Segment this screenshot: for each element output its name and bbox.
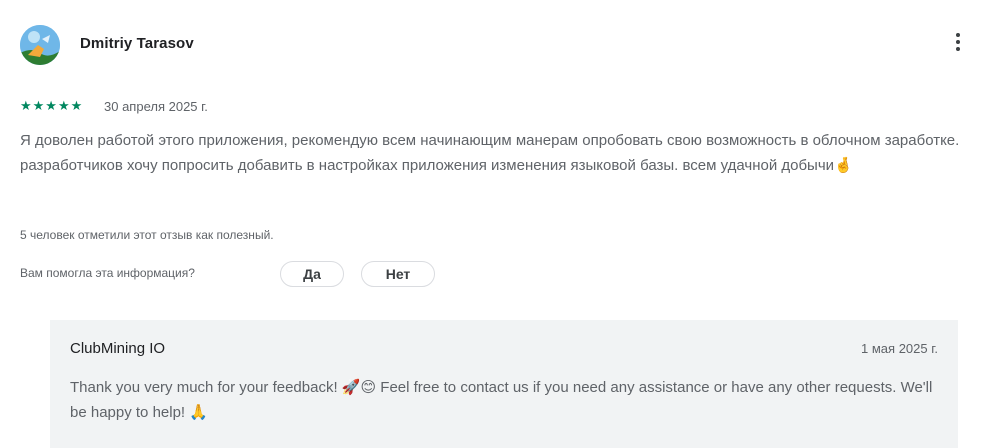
developer-reply: ClubMining IO 1 мая 2025 г. Thank you ve… xyxy=(50,320,958,448)
more-options-button[interactable] xyxy=(945,30,971,60)
review-card: Dmitriy Tarasov ★★★★★ 30 апреля 2025 г. … xyxy=(0,0,988,448)
helpful-no-button[interactable]: Нет xyxy=(361,261,435,287)
developer-name: ClubMining IO xyxy=(70,340,166,357)
more-vert-icon xyxy=(956,33,960,37)
developer-reply-date: 1 мая 2025 г. xyxy=(861,341,938,356)
helpful-yes-button[interactable]: Да xyxy=(280,261,344,287)
review-text: Я доволен работой этого приложения, реко… xyxy=(20,132,960,174)
developer-reply-text: Thank you very much for your feedback! 🚀… xyxy=(70,379,933,421)
author-name: Dmitriy Tarasov xyxy=(80,35,194,52)
avatar xyxy=(20,25,60,65)
star-rating: ★★★★★ xyxy=(20,98,84,113)
review-date: 30 апреля 2025 г. xyxy=(104,99,208,114)
helpful-count: 5 человек отметили этот отзыв как полезн… xyxy=(20,228,274,242)
helpful-question: Вам помогла эта информация? xyxy=(20,266,195,280)
